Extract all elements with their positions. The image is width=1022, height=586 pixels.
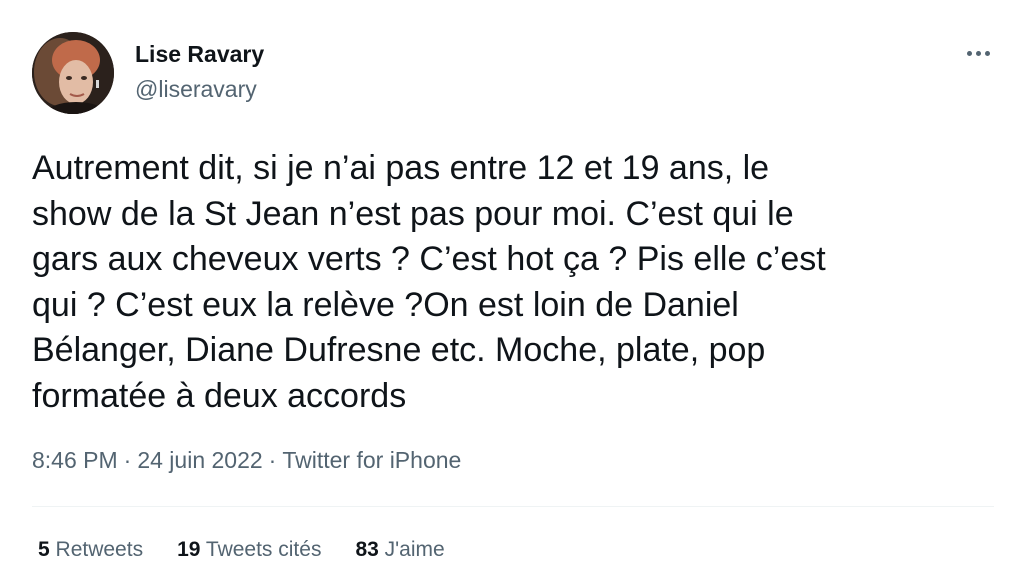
tweet-text: Autrement dit, si je n’ai pas entre 12 e… <box>32 149 826 415</box>
likes-count: 83 <box>355 538 379 561</box>
retweets-stat[interactable]: 5 Retweets <box>38 538 143 562</box>
meta-separator: · <box>123 447 132 473</box>
quote-tweets-stat[interactable]: 19 Tweets cités <box>177 538 321 562</box>
likes-stat[interactable]: 83 J'aime <box>355 538 444 562</box>
likes-label: J'aime <box>384 538 445 561</box>
more-options-icon[interactable] <box>958 38 998 68</box>
tweet-time[interactable]: 8:46 PM <box>32 447 118 473</box>
avatar-image <box>32 32 114 114</box>
more-dot <box>975 50 981 56</box>
quotes-label: Tweets cités <box>205 538 322 561</box>
divider <box>32 506 994 507</box>
display-name[interactable]: Lise Ravary <box>135 41 264 68</box>
user-handle[interactable]: @liseravary <box>135 76 257 103</box>
more-dot <box>966 50 972 56</box>
tweet-meta: 8:46 PM · 24 juin 2022 · Twitter for iPhone <box>32 447 461 474</box>
avatar[interactable] <box>32 32 114 114</box>
quotes-count: 19 <box>177 538 201 561</box>
tweet-source[interactable]: Twitter for iPhone <box>282 447 461 473</box>
tweet-date[interactable]: 24 juin 2022 <box>137 447 262 473</box>
tweet-stats: 5 Retweets 19 Tweets cités 83 J'aime <box>38 538 479 562</box>
retweets-count: 5 <box>38 538 50 561</box>
tweet-card: Lise Ravary @liseravary Autrement dit, s… <box>0 0 1022 586</box>
more-dot <box>984 50 990 56</box>
meta-separator: · <box>268 447 277 473</box>
retweets-label: Retweets <box>55 538 144 561</box>
